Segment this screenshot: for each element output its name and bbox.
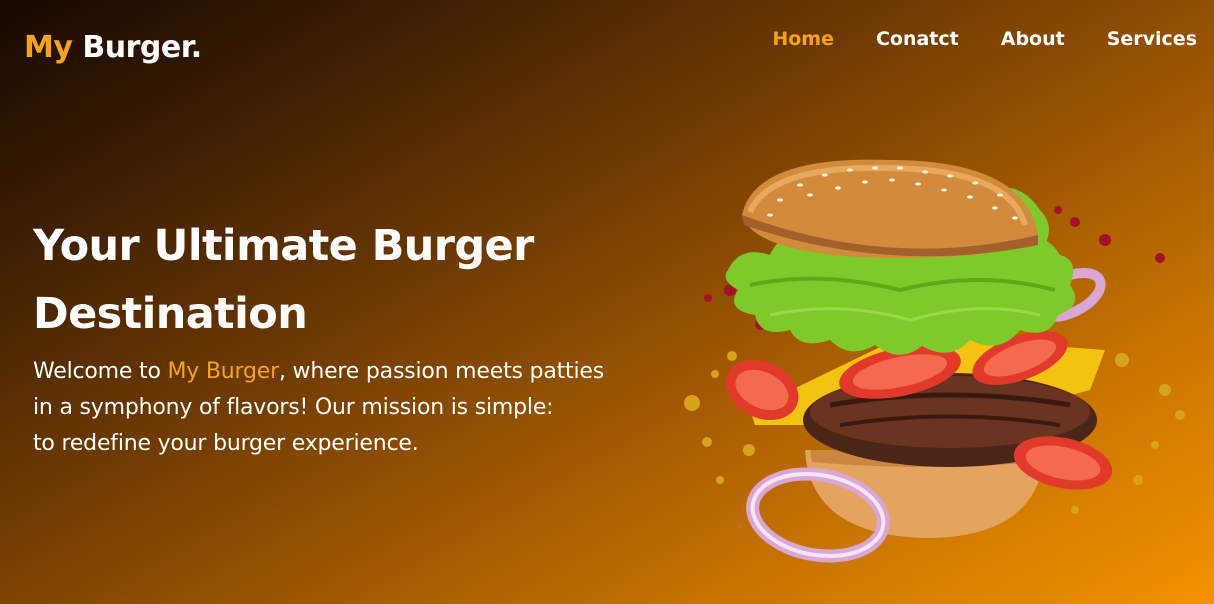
navbar: My Burger. Home Conatct About Services: [0, 0, 1214, 90]
hero-description: Welcome to My Burger, where passion meet…: [33, 354, 673, 462]
nav-links: Home Conatct About Services: [772, 28, 1197, 50]
hero-desc-line1-rest: , where passion meets patties: [278, 359, 604, 384]
logo-accent-text: My: [24, 30, 73, 65]
hero-section: Your Ultimate Burger Destination Welcome…: [33, 212, 673, 462]
site-logo[interactable]: My Burger.: [24, 30, 202, 65]
nav-link-contact[interactable]: Conatct: [876, 28, 959, 50]
nav-link-about[interactable]: About: [1001, 28, 1065, 50]
hero-title: Your Ultimate Burger Destination: [33, 212, 673, 348]
hero-desc-line3: to redefine your burger experience.: [33, 431, 419, 456]
hero-desc-brand: My Burger: [167, 359, 280, 384]
nav-link-home[interactable]: Home: [772, 28, 834, 50]
burger-image: [684, 159, 1185, 563]
hero-desc-line2: in a symphony of flavors! Our mission is…: [33, 395, 554, 420]
logo-text: Burger.: [72, 30, 202, 65]
hero-desc-intro: Welcome to: [33, 359, 168, 384]
hero-title-line1: Your Ultimate Burger: [33, 221, 534, 271]
nav-link-services[interactable]: Services: [1107, 28, 1197, 50]
hero-title-line2: Destination: [33, 289, 308, 339]
